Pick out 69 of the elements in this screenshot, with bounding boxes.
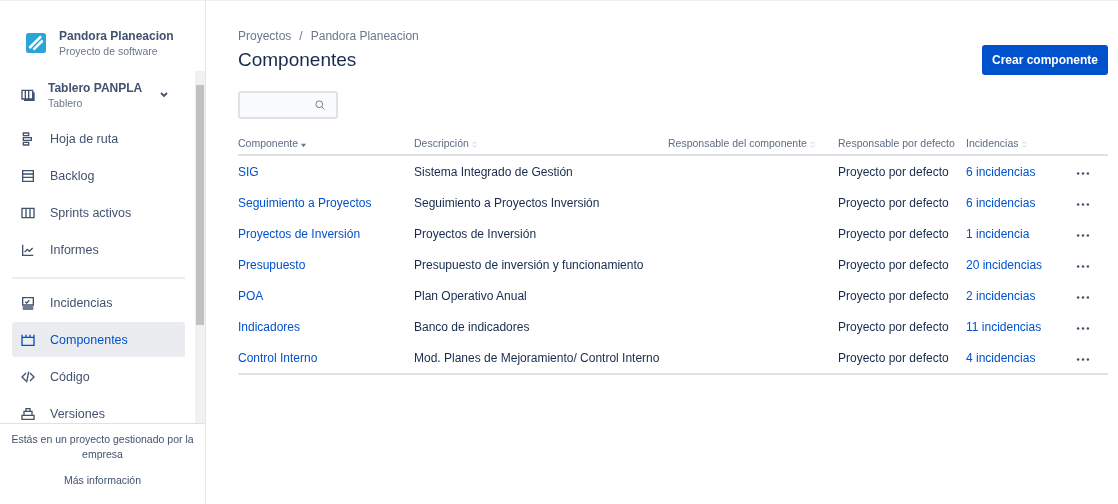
board-type: Tablero	[48, 97, 84, 109]
sidebar-item[interactable]: Hoja de ruta	[12, 121, 185, 156]
breadcrumb-separator: /	[299, 29, 303, 43]
table-cell: Proyecto por defecto	[838, 196, 949, 210]
issues-link[interactable]: 11 incidencias	[966, 320, 1042, 334]
more-options-icon[interactable]	[1076, 202, 1090, 207]
project-type: Proyecto de software	[59, 45, 159, 57]
table-cell: Banco de indicadores	[414, 320, 530, 334]
nav-icon	[20, 405, 36, 422]
table-cell: Seguimiento a Proyectos Inversión	[414, 196, 600, 210]
component-link[interactable]: Seguimiento a Proyectos	[238, 196, 372, 210]
table-cell: Mod. Planes de Mejoramiento/ Control Interno	[414, 351, 660, 365]
search-field[interactable]	[238, 91, 338, 119]
table-cell: Proyecto por defecto	[838, 227, 949, 241]
sidebar-item[interactable]: Código	[12, 359, 185, 394]
component-link[interactable]: Control Interno	[238, 351, 318, 365]
breadcrumb-link[interactable]: Pandora Planeacion	[310, 29, 419, 43]
issues-link[interactable]: 20 incidencias	[966, 258, 1043, 272]
component-link[interactable]: Proyectos de Inversión	[238, 227, 361, 241]
issues-link[interactable]: 1 incidencia	[966, 227, 1030, 241]
managed-project-note: Estás en un proyecto gestionado por la empresa	[10, 432, 195, 462]
more-options-icon[interactable]	[1076, 295, 1090, 300]
table-cell: Proyecto por defecto	[838, 165, 949, 179]
component-link[interactable]: Indicadores	[238, 320, 301, 334]
issues-link[interactable]: 6 incidencias	[966, 196, 1036, 210]
component-link[interactable]: SIG	[238, 165, 259, 179]
column-header[interactable]: Componente	[238, 137, 414, 155]
sidebar-item[interactable]: Incidencias	[12, 285, 185, 320]
table-cell: Proyectos de Inversión	[414, 227, 537, 241]
sidebar-item[interactable]: Backlog	[12, 158, 185, 193]
search-icon	[314, 99, 326, 111]
table-cell: Proyecto por defecto	[838, 320, 949, 334]
column-header[interactable]: Incidencias	[966, 137, 1076, 155]
table-cell: Presupuesto de inversión y funcionamiento	[414, 258, 644, 272]
project-name: Pandora Planeacion	[59, 29, 174, 43]
component-link[interactable]: Presupuesto	[238, 258, 306, 272]
board-name: Tablero PANPLA	[48, 81, 144, 95]
breadcrumb-link[interactable]: Proyectos	[238, 29, 292, 43]
chevron-down-icon	[159, 90, 169, 100]
sidebar-item[interactable]: Versiones	[12, 396, 185, 423]
more-options-icon[interactable]	[1076, 171, 1090, 176]
column-header[interactable]: Responsable del componente	[668, 137, 838, 155]
sidebar-item[interactable]: Sprints activos	[12, 195, 185, 230]
component-link[interactable]: POA	[238, 289, 264, 303]
nav-icon	[20, 294, 36, 311]
column-header: Responsable por defecto	[838, 137, 966, 155]
board-selector[interactable]: Tablero PANPLA Tablero	[12, 71, 185, 119]
table-cell: Proyecto por defecto	[838, 289, 949, 303]
table-cell: Plan Operativo Anual	[414, 289, 527, 303]
more-options-icon[interactable]	[1076, 326, 1090, 331]
more-options-icon[interactable]	[1076, 357, 1090, 362]
table-cell: Sistema Integrado de Gestión	[414, 165, 573, 179]
project-logo-icon	[26, 33, 46, 53]
create-component-button[interactable]: Crear componente	[981, 45, 1108, 75]
sidebar-item[interactable]: Componentes	[12, 322, 185, 357]
scrollbar[interactable]	[195, 71, 205, 423]
more-info-link[interactable]: Más información	[4, 474, 201, 486]
sidebar-item[interactable]: Informes	[12, 232, 185, 267]
issues-link[interactable]: 4 incidencias	[966, 351, 1036, 365]
more-options-icon[interactable]	[1076, 264, 1090, 269]
issues-link[interactable]: 6 incidencias	[966, 165, 1036, 179]
board-icon	[20, 87, 36, 103]
column-header[interactable]: Descripción	[414, 137, 668, 155]
table-cell: Proyecto por defecto	[838, 258, 949, 272]
page-title: Componentes	[238, 49, 357, 71]
issues-link[interactable]: 2 incidencias	[966, 289, 1036, 303]
more-options-icon[interactable]	[1076, 233, 1090, 238]
nav-icon	[20, 167, 36, 184]
table-cell: Proyecto por defecto	[838, 351, 949, 365]
